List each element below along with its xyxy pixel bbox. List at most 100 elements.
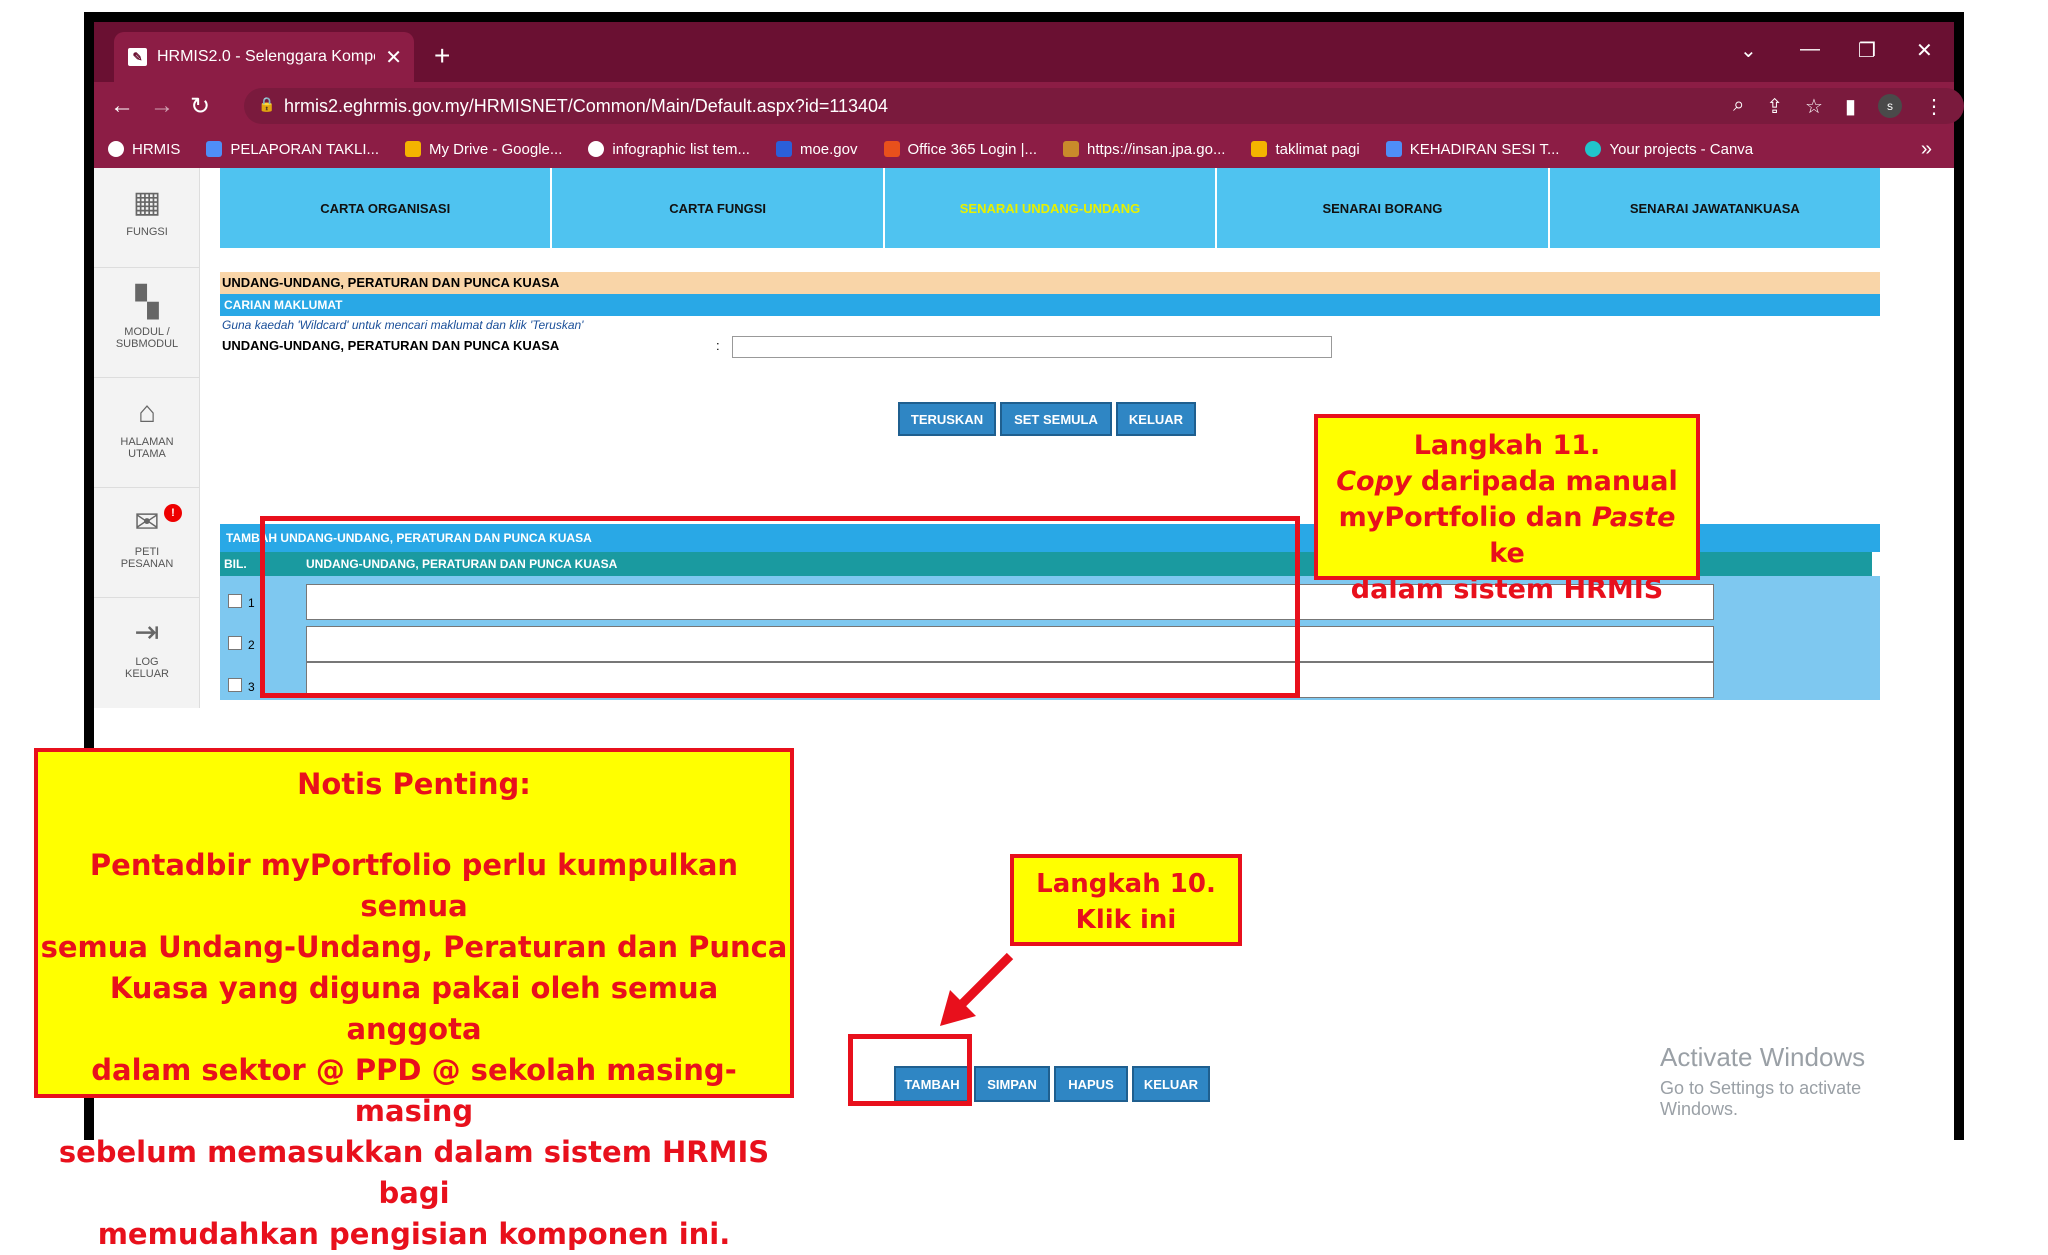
callout-line: Langkah 10. <box>1036 869 1216 899</box>
close-window-icon[interactable]: ✕ <box>1916 38 1933 63</box>
sidebar-item-label: PETI <box>134 546 160 558</box>
sidebar-item-modul[interactable]: ▚ MODUL / SUBMODUL <box>94 268 200 378</box>
search-panel-header: CARIAN MAKLUMAT <box>220 294 1880 316</box>
tab-senarai-borang[interactable]: SENARAI BORANG <box>1217 168 1548 248</box>
sidebar-item-label: MODUL / <box>124 326 170 338</box>
top-navigation: CARTA ORGANISASI CARTA FUNGSI SENARAI UN… <box>220 168 1881 248</box>
column-bil: BIL. <box>224 557 247 571</box>
bookmark-item[interactable]: Office 365 Login |... <box>883 141 1037 158</box>
bookmark-item[interactable]: moe.gov <box>775 141 858 158</box>
callout-line: Klik ini <box>1075 905 1177 935</box>
callout-langkah-10: Langkah 10. Klik ini <box>1010 854 1242 946</box>
close-tab-icon[interactable]: ✕ <box>385 45 402 70</box>
sidebar-item-label: KELUAR <box>124 668 170 680</box>
notice-line: Pentadbir myPortfolio perlu kumpulkan se… <box>89 848 739 923</box>
callout-langkah-11: Langkah 11. Copy daripada manual myPortf… <box>1314 414 1700 605</box>
search-field-label: UNDANG-UNDANG, PERATURAN DAN PUNCA KUASA <box>222 338 560 353</box>
sidebar-item-peti-pesanan[interactable]: ✉ ! PETI PESANAN <box>94 488 200 598</box>
minimize-icon[interactable]: — <box>1800 38 1820 61</box>
sidebar-item-label: PESANAN <box>120 558 174 570</box>
bookmark-item[interactable]: Your projects - Canva <box>1585 141 1753 158</box>
new-tab-icon[interactable]: + <box>434 40 450 72</box>
menu-kebab-icon[interactable]: ⋮ <box>1924 94 1944 119</box>
bookmark-item[interactable]: infographic list tem... <box>588 141 750 158</box>
sidebar: ▦ FUNGSI ▚ MODUL / SUBMODUL ⌂ HALAMAN UT… <box>94 168 200 708</box>
keluar-button[interactable]: KELUAR <box>1132 1066 1210 1102</box>
tab-carta-organisasi[interactable]: CARTA ORGANISASI <box>220 168 551 248</box>
row-number: 3 <box>248 680 255 694</box>
tab-search-icon[interactable]: ⌄ <box>1740 38 1757 63</box>
logout-icon: ⇥ <box>134 616 160 649</box>
tab-title: HRMIS2.0 - Selenggara Kompone <box>156 48 375 65</box>
pointer-arrow-icon <box>940 952 1014 1026</box>
sidebar-item-label: LOG <box>135 656 159 668</box>
modules-icon: ▚ <box>135 286 159 319</box>
url-field[interactable]: 🔒 hrmis2.eghrmis.gov.my/HRMISNET/Common/… <box>244 88 1964 124</box>
reload-icon[interactable]: ↻ <box>190 92 210 121</box>
bookmark-item[interactable]: KEHADIRAN SESI T... <box>1385 141 1559 158</box>
notification-badge: ! <box>164 504 182 522</box>
list-icon <box>206 141 223 157</box>
row-number: 2 <box>248 638 255 652</box>
sidepanel-icon[interactable]: ▮ <box>1845 94 1856 119</box>
tab-carta-fungsi[interactable]: CARTA FUNGSI <box>552 168 883 248</box>
address-bar: ← → ↻ 🔒 hrmis2.eghrmis.gov.my/HRMISNET/C… <box>94 82 1964 130</box>
keluar-search-button[interactable]: KELUAR <box>1116 402 1196 436</box>
forward-icon[interactable]: → <box>150 92 174 120</box>
sidebar-item-label: HALAMAN <box>120 436 174 448</box>
teruskan-button[interactable]: TERUSKAN <box>898 402 996 436</box>
tab-senarai-undang-undang[interactable]: SENARAI UNDANG-UNDANG <box>884 168 1216 248</box>
bookmarks-bar: HRMIS PELAPORAN TAKLI... My Drive - Goog… <box>94 130 1954 168</box>
notice-line: memudahkan pengisian komponen ini. <box>97 1217 731 1251</box>
simpan-button[interactable]: SIMPAN <box>974 1066 1050 1102</box>
section-title: UNDANG-UNDANG, PERATURAN DAN PUNCA KUASA <box>220 272 1880 294</box>
hapus-button[interactable]: HAPUS <box>1054 1066 1128 1102</box>
row-checkbox[interactable] <box>228 636 242 650</box>
bookmark-item[interactable]: My Drive - Google... <box>405 141 562 158</box>
bookmark-item[interactable]: HRMIS <box>108 141 180 158</box>
row-checkbox[interactable] <box>228 594 242 608</box>
browser-tab-strip: ✎ HRMIS2.0 - Selenggara Kompone ✕ + ⌄ — … <box>94 22 1954 82</box>
notice-line: Kuasa yang diguna pakai oleh semua anggo… <box>109 971 719 1046</box>
sidebar-item-fungsi[interactable]: ▦ FUNGSI <box>94 168 200 268</box>
sidebar-item-log-keluar[interactable]: ⇥ LOG KELUAR <box>94 598 200 708</box>
more-bookmarks-icon[interactable]: » <box>1921 138 1932 161</box>
sidebar-item-label: FUNGSI <box>126 226 168 238</box>
bookmark-item[interactable]: https://insan.jpa.go... <box>1063 141 1225 158</box>
mail-icon: ✉ <box>134 506 160 539</box>
back-icon[interactable]: ← <box>110 92 134 120</box>
restore-icon[interactable]: ❐ <box>1858 38 1876 63</box>
sidebar-item-label: SUBMODUL <box>115 338 179 350</box>
row-checkbox[interactable] <box>228 678 242 692</box>
sidebar-item-label: UTAMA <box>128 448 166 460</box>
set-semula-button[interactable]: SET SEMULA <box>1000 402 1112 436</box>
drive-icon <box>405 141 422 157</box>
bookmark-star-icon[interactable]: ☆ <box>1805 94 1823 119</box>
hrmis-favicon-icon: ✎ <box>128 48 147 66</box>
list-icon <box>1385 141 1402 157</box>
grid-icon: ▦ <box>132 186 162 219</box>
google-icon <box>588 141 605 157</box>
home-icon: ⌂ <box>137 396 157 429</box>
callout-line: myPortfolio dan Paste ke <box>1338 502 1676 569</box>
notice-line: semua Undang-Undang, Peraturan dan Punca <box>40 930 788 964</box>
sidebar-item-halaman-utama[interactable]: ⌂ HALAMAN UTAMA <box>94 378 200 488</box>
zoom-icon[interactable]: ⌕ <box>1733 94 1744 119</box>
slides-icon <box>1251 141 1268 157</box>
hrmis-bookmark-icon <box>108 141 124 157</box>
profile-avatar[interactable]: s <box>1878 94 1902 118</box>
highlight-tambah-box <box>848 1034 972 1106</box>
tab-senarai-jawatankuasa[interactable]: SENARAI JAWATANKUASA <box>1549 168 1881 248</box>
bookmark-item[interactable]: taklimat pagi <box>1251 141 1360 158</box>
search-input[interactable] <box>732 336 1332 358</box>
office-icon <box>883 141 900 157</box>
bookmark-item[interactable]: PELAPORAN TAKLI... <box>206 141 379 158</box>
notice-line: dalam sektor @ PPD @ sekolah masing-masi… <box>91 1053 737 1128</box>
notice-title: Notis Penting: <box>297 767 531 801</box>
share-icon[interactable]: ⇪ <box>1766 94 1783 119</box>
search-hint: Guna kaedah 'Wildcard' untuk mencari mak… <box>222 318 584 332</box>
word-icon <box>775 141 792 157</box>
browser-tab[interactable]: ✎ HRMIS2.0 - Selenggara Kompone ✕ <box>114 32 414 82</box>
canva-icon <box>1585 141 1602 157</box>
jpa-icon <box>1063 141 1080 157</box>
